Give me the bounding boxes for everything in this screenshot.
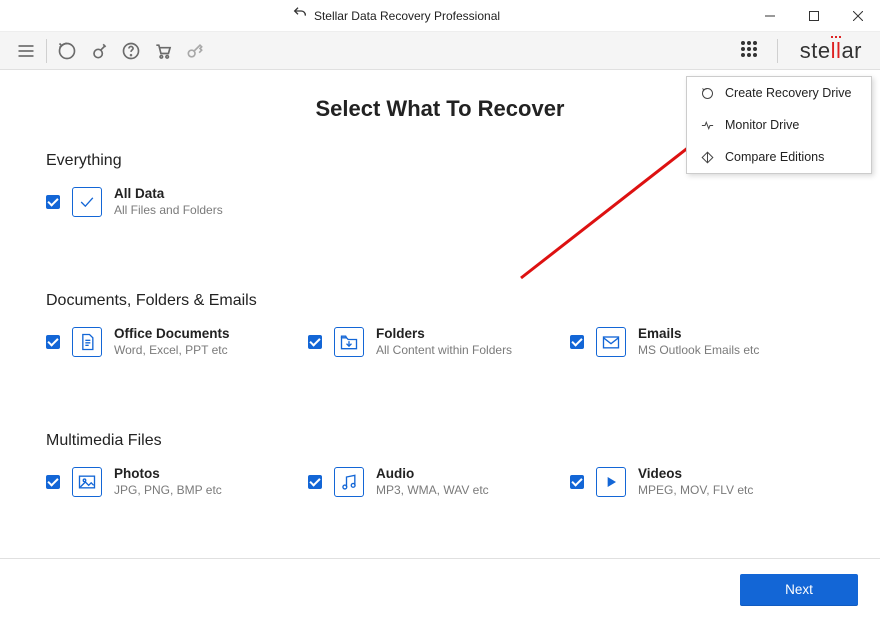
option-folders[interactable]: Folders All Content within Folders [308, 326, 570, 358]
more-tools-dropdown: Create Recovery Drive Monitor Drive Comp… [686, 76, 872, 174]
window-controls [748, 0, 880, 32]
brand-logo: stellar [800, 38, 862, 64]
play-icon [596, 467, 626, 497]
section-heading-docs: Documents, Folders & Emails [46, 292, 834, 310]
lab-icon[interactable] [83, 36, 115, 66]
checkbox-icon[interactable] [308, 335, 322, 349]
toolbar-separator [777, 39, 778, 63]
option-subtitle: JPG, PNG, BMP etc [114, 483, 222, 498]
dropdown-item-compare-editions[interactable]: Compare Editions [687, 141, 871, 173]
checkbox-icon[interactable] [46, 195, 60, 209]
minimize-button[interactable] [748, 0, 792, 32]
titlebar: Stellar Data Recovery Professional [0, 0, 880, 32]
dropdown-item-monitor-drive[interactable]: Monitor Drive [687, 109, 871, 141]
compare-icon [699, 149, 715, 165]
cart-icon[interactable] [147, 36, 179, 66]
dropdown-item-create-recovery-drive[interactable]: Create Recovery Drive [687, 77, 871, 109]
checkbox-icon[interactable] [570, 475, 584, 489]
checkbox-icon[interactable] [308, 475, 322, 489]
option-subtitle: MPEG, MOV, FLV etc [638, 483, 753, 498]
folder-download-icon [334, 327, 364, 357]
monitor-drive-icon [699, 117, 715, 133]
dropdown-label: Compare Editions [725, 150, 824, 164]
main-content: Select What To Recover Everything All Da… [0, 70, 880, 558]
music-note-icon [334, 467, 364, 497]
option-title: All Data [114, 186, 223, 203]
title-center: Stellar Data Recovery Professional [44, 5, 748, 26]
window-title: Stellar Data Recovery Professional [314, 9, 500, 23]
recovery-drive-icon [699, 85, 715, 101]
maximize-button[interactable] [792, 0, 836, 32]
option-subtitle: All Files and Folders [114, 203, 223, 218]
option-office-documents[interactable]: Office Documents Word, Excel, PPT etc [46, 326, 308, 358]
option-audio[interactable]: Audio MP3, WMA, WAV etc [308, 466, 570, 498]
footer: Next [0, 558, 880, 620]
resume-recovery-icon[interactable] [51, 36, 83, 66]
option-videos[interactable]: Videos MPEG, MOV, FLV etc [570, 466, 832, 498]
option-subtitle: All Content within Folders [376, 343, 512, 358]
dropdown-label: Create Recovery Drive [725, 86, 851, 100]
option-subtitle: MP3, WMA, WAV etc [376, 483, 489, 498]
option-title: Office Documents [114, 326, 230, 343]
next-button[interactable]: Next [740, 574, 858, 606]
option-title: Videos [638, 466, 753, 483]
close-button[interactable] [836, 0, 880, 32]
option-subtitle: MS Outlook Emails etc [638, 343, 759, 358]
checkbox-icon[interactable] [46, 475, 60, 489]
checkmark-icon [72, 187, 102, 217]
option-title: Audio [376, 466, 489, 483]
dropdown-label: Monitor Drive [725, 118, 799, 132]
checkbox-icon[interactable] [570, 335, 584, 349]
document-icon [72, 327, 102, 357]
undo-icon [292, 5, 308, 26]
help-icon[interactable] [115, 36, 147, 66]
option-photos[interactable]: Photos JPG, PNG, BMP etc [46, 466, 308, 498]
menu-icon[interactable] [10, 36, 42, 66]
option-emails[interactable]: Emails MS Outlook Emails etc [570, 326, 832, 358]
apps-grid-icon[interactable] [735, 36, 767, 66]
toolbar-separator [46, 39, 47, 63]
key-icon[interactable] [179, 36, 211, 66]
checkbox-icon[interactable] [46, 335, 60, 349]
image-icon [72, 467, 102, 497]
toolbar: stellar [0, 32, 880, 70]
option-title: Folders [376, 326, 512, 343]
option-title: Emails [638, 326, 759, 343]
option-title: Photos [114, 466, 222, 483]
option-all-data[interactable]: All Data All Files and Folders [46, 186, 308, 218]
envelope-icon [596, 327, 626, 357]
section-heading-media: Multimedia Files [46, 432, 834, 450]
option-subtitle: Word, Excel, PPT etc [114, 343, 230, 358]
